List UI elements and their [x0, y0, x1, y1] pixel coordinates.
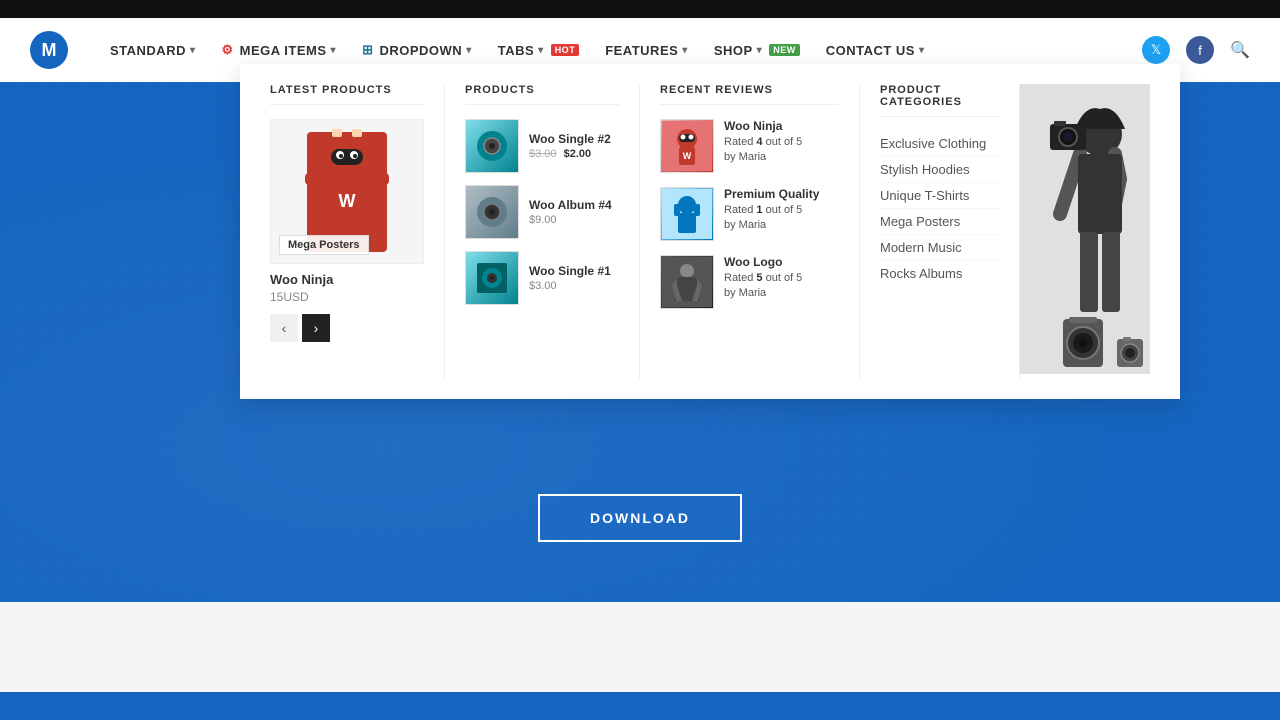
chevron-down-icon: ▾ [682, 45, 688, 56]
nav-label-standard: STANDARD [110, 43, 186, 58]
review-info: Premium Quality Rated 1 out of 5 by Mari… [724, 187, 839, 234]
product-categories-section: PRODUCT CATEGORIES Exclusive Clothing St… [860, 84, 1020, 379]
nav-label-features: FEATURES [605, 43, 678, 58]
nav-item-dropdown[interactable]: ⊞ DROPDOWN ▾ [350, 34, 484, 66]
camera-accessories [1059, 299, 1145, 369]
product-thumb-single1 [465, 251, 519, 305]
category-item-hoodies[interactable]: Stylish Hoodies [880, 157, 999, 183]
product-info: Woo Single #2 $3.00 $2.00 [529, 132, 619, 160]
nav-item-mega-items[interactable]: ⚙ MEGA ITEMS ▾ [210, 34, 349, 66]
chevron-down-icon: ▾ [466, 45, 472, 56]
product-name: Woo Single #2 [529, 132, 619, 146]
product-thumb-single2 [465, 119, 519, 173]
recent-reviews-section: RECENT REVIEWS W Woo Ninja [640, 84, 860, 379]
site-logo[interactable]: M [30, 31, 68, 69]
new-badge: NEW [769, 44, 800, 56]
review-item: Premium Quality Rated 1 out of 5 by Mari… [660, 187, 839, 241]
category-item-exclusive[interactable]: Exclusive Clothing [880, 131, 999, 157]
carousel-navigation: ‹ › [270, 314, 424, 342]
review-info: Woo Logo Rated 5 out of 5 by Maria [724, 255, 839, 302]
small-camera-icon [1115, 329, 1145, 369]
price-display: $3.00 [529, 280, 557, 292]
wp-icon: ⊞ [362, 42, 373, 58]
chevron-down-icon: ▾ [919, 45, 925, 56]
nav-items: STANDARD ▾ ⚙ MEGA ITEMS ▾ ⊞ DROPDOWN ▾ T… [98, 34, 1142, 66]
chevron-down-icon: ▾ [190, 45, 196, 56]
product-info: Woo Single #1 $3.00 [529, 264, 619, 292]
svg-text:W: W [339, 191, 356, 211]
chevron-down-icon: ▾ [538, 45, 544, 56]
category-item-posters[interactable]: Mega Posters [880, 209, 999, 235]
nav-item-features[interactable]: FEATURES ▾ [593, 35, 700, 66]
search-icon[interactable]: 🔍 [1230, 40, 1250, 60]
review-rating: Rated 1 out of 5 by Maria [724, 203, 839, 234]
carousel-next-button[interactable]: › [302, 314, 330, 342]
product-price: $3.00 [529, 280, 619, 292]
review-item: W Woo Ninja Rated 4 out of 5 by Maria [660, 119, 839, 173]
review-product-name: Woo Ninja [724, 119, 839, 133]
review-rating: Rated 4 out of 5 by Maria [724, 135, 839, 166]
carousel-prev-button[interactable]: ‹ [270, 314, 298, 342]
product-name: Woo Single #1 [529, 264, 619, 278]
chevron-down-icon: ▾ [331, 45, 337, 56]
price-new: $2.00 [564, 148, 592, 160]
products-section: PRODUCTS Woo Single #2 $3.00 $2.00 [445, 84, 640, 379]
nav-label-contact: CONTACT US [826, 43, 915, 58]
product-name: Woo Album #4 [529, 198, 619, 212]
svg-text:W: W [683, 151, 692, 161]
mega-icon: ⚙ [222, 42, 234, 58]
price-display: $9.00 [529, 214, 557, 226]
category-item-tshirts[interactable]: Unique T-Shirts [880, 183, 999, 209]
review-thumb-ninja: W [660, 119, 714, 173]
review-rating: Rated 5 out of 5 by Maria [724, 271, 839, 302]
navbar-right: 𝕏 f 🔍 [1142, 36, 1250, 64]
product-price: $9.00 [529, 214, 619, 226]
products-title: PRODUCTS [465, 84, 619, 105]
category-item-music[interactable]: Modern Music [880, 235, 999, 261]
review-product-name: Premium Quality [724, 187, 839, 201]
nav-item-standard[interactable]: STANDARD ▾ [98, 35, 208, 66]
featured-product-image: W Mega Posters [270, 119, 424, 264]
list-item: Woo Single #1 $3.00 [465, 251, 619, 305]
bottom-section [0, 602, 1280, 692]
category-list: Exclusive Clothing Stylish Hoodies Uniqu… [880, 131, 999, 286]
nav-item-tabs[interactable]: TABS ▾ HOT [486, 35, 591, 66]
product-categories-title: PRODUCT CATEGORIES [880, 84, 999, 117]
nav-label-shop: SHOP [714, 43, 753, 58]
product-thumb-album [465, 185, 519, 239]
hot-badge: HOT [551, 44, 580, 56]
product-price: $3.00 $2.00 [529, 148, 619, 160]
latest-products-title: LATEST PRODUCTS [270, 84, 424, 105]
person-image-area [1020, 84, 1150, 379]
nav-label-dropdown: DROPDOWN [379, 43, 462, 58]
featured-product-name: Woo Ninja [270, 272, 424, 287]
review-product-name: Woo Logo [724, 255, 839, 269]
nav-label-tabs: TABS [498, 43, 534, 58]
product-info: Woo Album #4 $9.00 [529, 198, 619, 226]
camera-lens-icon [1059, 299, 1107, 369]
review-item: Woo Logo Rated 5 out of 5 by Maria [660, 255, 839, 309]
mega-dropdown-panel: LATEST PRODUCTS W [240, 64, 1180, 399]
latest-products-section: LATEST PRODUCTS W [270, 84, 445, 379]
review-info: Woo Ninja Rated 4 out of 5 by Maria [724, 119, 839, 166]
review-thumb-logo [660, 255, 714, 309]
nav-item-shop[interactable]: SHOP ▾ NEW [702, 35, 812, 66]
list-item: Woo Album #4 $9.00 [465, 185, 619, 239]
nav-label-mega-items: MEGA ITEMS [240, 43, 327, 58]
category-item-albums[interactable]: Rocks Albums [880, 261, 999, 286]
nav-item-contact[interactable]: CONTACT US ▾ [814, 35, 937, 66]
chevron-down-icon: ▾ [757, 45, 763, 56]
featured-product-price: 15USD [270, 290, 424, 304]
twitter-icon[interactable]: 𝕏 [1142, 36, 1170, 64]
top-bar [0, 0, 1280, 18]
product-category-badge: Mega Posters [279, 235, 369, 255]
facebook-icon[interactable]: f [1186, 36, 1214, 64]
list-item: Woo Single #2 $3.00 $2.00 [465, 119, 619, 173]
price-old: $3.00 [529, 148, 557, 160]
recent-reviews-title: RECENT REVIEWS [660, 84, 839, 105]
review-thumb-quality [660, 187, 714, 241]
